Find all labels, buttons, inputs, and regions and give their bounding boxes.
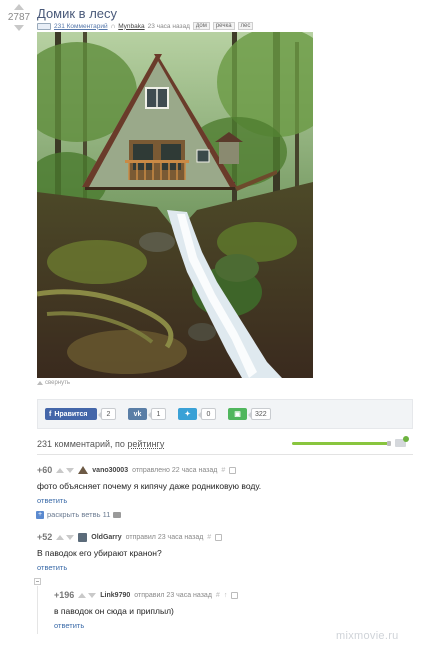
floppy-icon: ▣ [234, 411, 241, 418]
comment-score: +196 [54, 590, 75, 600]
comment-text: В паводок его убирают кранон? [37, 548, 162, 558]
divider [37, 454, 413, 455]
facebook-like-button[interactable]: f Нравится [45, 408, 97, 420]
comment-author[interactable]: vano30003 [92, 467, 128, 474]
comment-reply: +196 Link9790 отправил 23 часа назад # ↑… [54, 590, 239, 630]
twitter-share-button[interactable]: ✦ [178, 408, 197, 420]
sort-by-rating-link[interactable]: рейтингу [127, 439, 164, 449]
upvote-icon[interactable] [78, 592, 87, 598]
reply-link[interactable]: ответить [54, 621, 238, 630]
share-bar: f Нравится 2 vk 1 ✦ 0 ▣ 322 [37, 399, 413, 429]
comment-text: в паводок он сюда и приплыл) [54, 606, 174, 616]
speech-bubble-icon [113, 511, 122, 518]
permalink-hash[interactable]: # [216, 592, 220, 599]
collapse-icon [37, 381, 43, 385]
comments-link[interactable]: 231 Комментарий [54, 23, 108, 30]
downvote-icon[interactable] [88, 592, 97, 598]
comments-progress-bar [292, 441, 391, 446]
save-comment-icon[interactable] [231, 591, 239, 599]
forest-cabin-illustration [37, 32, 313, 378]
vk-icon: vk [133, 410, 142, 418]
post-title[interactable]: Домик в лесу [37, 6, 117, 21]
save-comment-icon[interactable] [215, 533, 223, 541]
comment: +52 OldGarry отправил 23 часа назад # В … [37, 532, 223, 572]
collapse-thread-icon[interactable] [34, 578, 41, 585]
save-comment-icon[interactable] [229, 466, 237, 474]
save-count: 322 [248, 408, 271, 420]
permalink-hash[interactable]: # [221, 467, 225, 474]
vk-share-button[interactable]: vk [128, 408, 147, 420]
twitter-bird-icon: ✦ [184, 411, 191, 418]
vote-buttons [56, 467, 75, 473]
tag-item[interactable]: лес [237, 22, 254, 30]
comments-header: 231 комментарий, по рейтингу [37, 439, 164, 449]
comment: +60 vano30003 отправлено 22 часа назад #… [37, 465, 261, 505]
upvote-icon[interactable] [14, 4, 24, 10]
comments-icon[interactable] [37, 22, 51, 30]
subscribe-comments-icon[interactable] [395, 436, 409, 448]
twitter-count: 0 [198, 408, 216, 420]
comment-author[interactable]: Link9790 [100, 592, 130, 599]
facebook-count: 2 [98, 408, 116, 420]
comment-meta: +52 OldGarry отправил 23 часа назад # [37, 532, 223, 542]
upvote-icon[interactable] [56, 534, 65, 540]
expand-thread-button[interactable]: + раскрыть ветвь 11 [36, 510, 122, 519]
comment-meta: +196 Link9790 отправил 23 часа назад # ↑ [54, 590, 239, 600]
comment-time: отправил 23 часа назад [134, 591, 212, 599]
comment-meta: +60 vano30003 отправлено 22 часа назад # [37, 465, 261, 475]
post-author[interactable]: Mynbaka [118, 23, 144, 30]
parent-link-icon[interactable]: ↑ [224, 592, 228, 599]
vk-count: 1 [148, 408, 166, 420]
upvote-icon[interactable] [56, 467, 65, 473]
collapse-button[interactable]: свернуть [37, 380, 70, 386]
rating-value: 2787 [7, 12, 31, 23]
vote-buttons [56, 534, 75, 540]
comment-time: отправлено 22 часа назад [132, 466, 218, 474]
like-label: Нравится [54, 410, 88, 418]
post-rating: 2787 [6, 4, 32, 31]
vote-buttons [78, 592, 97, 598]
post-image [37, 32, 313, 378]
thread-line [37, 586, 38, 634]
downvote-icon[interactable] [14, 25, 24, 31]
comment-author[interactable]: OldGarry [91, 534, 121, 541]
comment-score: +60 [37, 465, 53, 475]
downvote-icon[interactable] [66, 534, 75, 540]
reply-link[interactable]: ответить [37, 496, 261, 505]
tag-item[interactable]: дом [192, 22, 210, 30]
permalink-hash[interactable]: # [207, 534, 211, 541]
watermark: mixmovie.ru [336, 630, 399, 642]
expand-label: раскрыть ветвь 11 [47, 510, 111, 519]
avatar[interactable] [78, 466, 89, 474]
save-button[interactable]: ▣ [228, 408, 247, 420]
reply-link[interactable]: ответить [37, 563, 222, 572]
plus-icon: + [36, 510, 44, 519]
tag-item[interactable]: речка [212, 22, 235, 30]
comment-score: +52 [37, 532, 53, 542]
post-time: 23 часа назад [147, 22, 190, 30]
comment-text: фото объясняет почему я кипячу даже родн… [37, 481, 262, 491]
comments-count: 231 комментарий, по [37, 439, 128, 449]
avatar[interactable] [78, 532, 88, 542]
thumbs-up-icon: f [49, 410, 52, 418]
comment-time: отправил 23 часа назад [125, 533, 204, 541]
post-meta: 231 Комментарий ∩ Mynbaka 23 часа назад … [37, 22, 254, 30]
downvote-icon[interactable] [66, 467, 75, 473]
user-icon: ∩ [110, 22, 116, 30]
collapse-label: свернуть [45, 380, 70, 386]
